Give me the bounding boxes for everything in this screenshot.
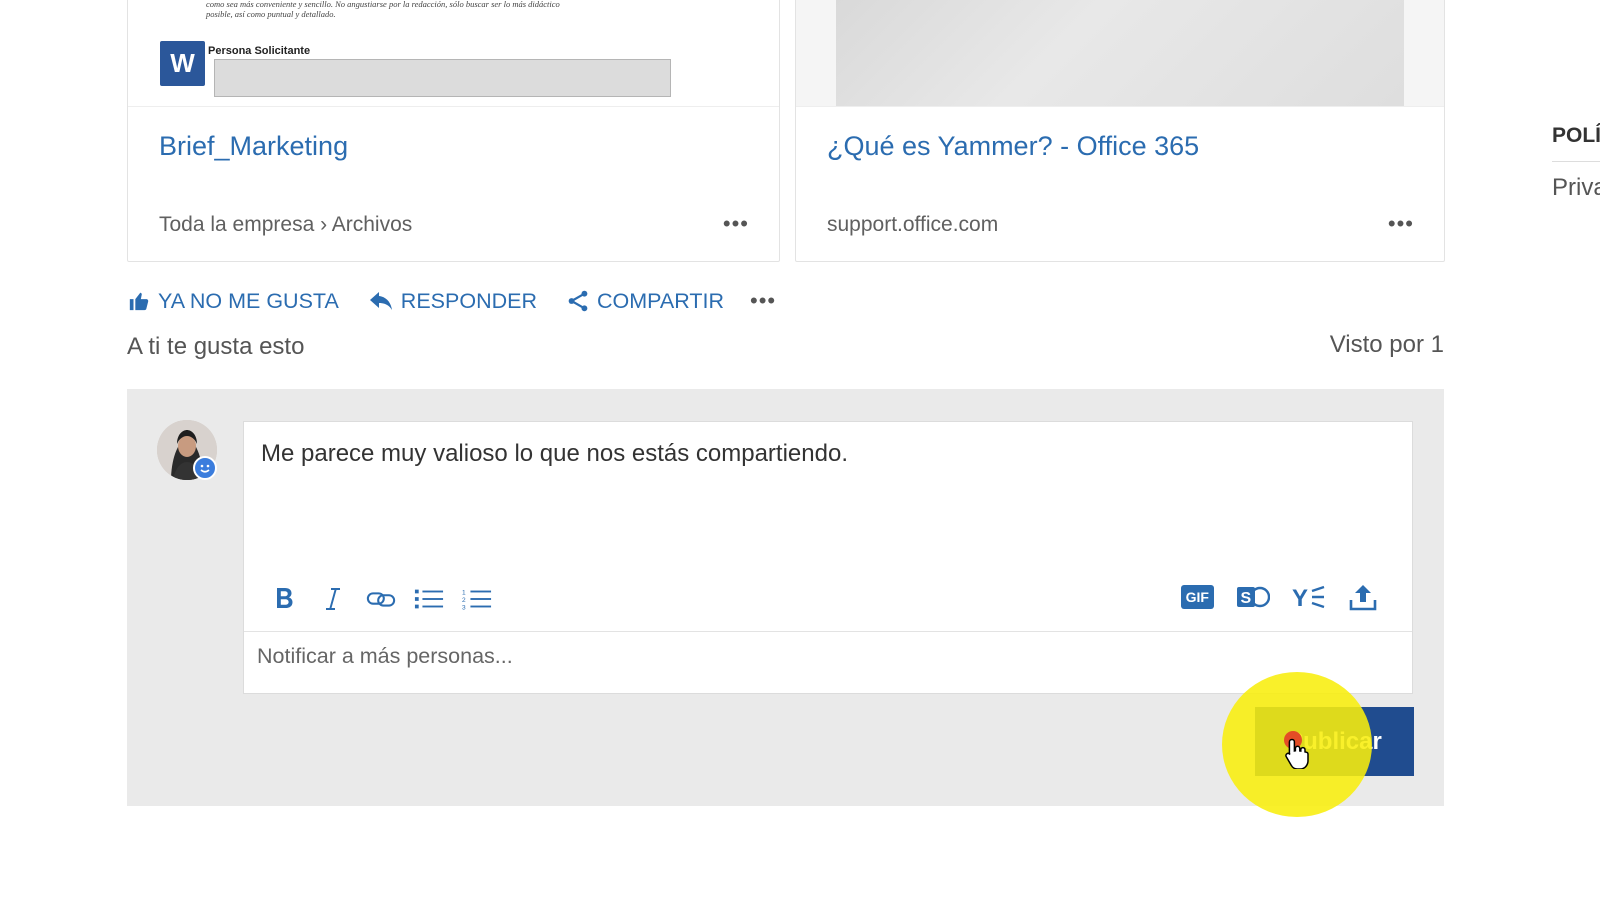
numbered-list-icon: 123	[462, 589, 492, 611]
reply-label: RESPONDER	[400, 288, 537, 313]
yammer-file-button[interactable]: Y	[1292, 582, 1326, 612]
card-title-link[interactable]: Brief_Marketing	[159, 131, 348, 162]
bold-icon	[277, 588, 293, 608]
thumbs-up-icon	[129, 292, 149, 311]
gif-button[interactable]: GIF	[1180, 585, 1214, 609]
post-more-options-icon[interactable]: •••	[750, 288, 776, 314]
sidebar-heading: POLÍ	[1552, 124, 1600, 147]
svg-text:Y: Y	[1292, 585, 1308, 612]
svg-text:2: 2	[462, 597, 466, 604]
card-more-options-icon[interactable]: •••	[723, 211, 749, 237]
sharepoint-button[interactable]: S	[1236, 582, 1270, 612]
document-preview[interactable]: como sea más conveniente y sencillo. No …	[128, 0, 779, 107]
snippet-line: como sea más conveniente y sencillo. No …	[206, 0, 560, 9]
unlike-label: YA NO ME GUSTA	[158, 288, 339, 313]
link-icon	[366, 592, 396, 607]
card-source-domain[interactable]: support.office.com	[827, 213, 998, 237]
bold-button[interactable]	[270, 584, 300, 614]
bulleted-list-icon	[414, 589, 444, 609]
attachment-card-link[interactable]: ¿Qué es Yammer? - Office 365 support.off…	[795, 0, 1445, 262]
editor-divider	[244, 631, 1412, 632]
card-source-breadcrumb[interactable]: Toda la empresa › Archivos	[159, 213, 412, 237]
sidebar-privacy-link[interactable]: Priva	[1552, 174, 1600, 202]
card-title-link[interactable]: ¿Qué es Yammer? - Office 365	[827, 131, 1199, 162]
unlike-button[interactable]: YA NO ME GUSTA	[128, 289, 339, 314]
yammer-icon: Y	[1292, 585, 1325, 612]
emoji-status-icon[interactable]	[193, 456, 217, 480]
upload-button[interactable]	[1348, 582, 1378, 612]
gif-icon: GIF	[1180, 585, 1214, 609]
attachment-toolbar: GIF S Y	[1159, 582, 1378, 612]
sidebar-divider	[1552, 161, 1600, 162]
numbered-list-button[interactable]: 123	[462, 584, 492, 614]
share-icon	[568, 290, 588, 312]
svg-text:1: 1	[462, 589, 466, 596]
notify-people-input[interactable]	[257, 644, 857, 669]
upload-icon	[1349, 585, 1377, 611]
notify-field-wrapper	[257, 644, 857, 669]
attachment-card-document[interactable]: como sea más conveniente y sencillo. No …	[127, 0, 780, 262]
link-button[interactable]	[366, 584, 396, 614]
word-icon: W	[160, 41, 205, 86]
reply-button[interactable]: RESPONDER	[369, 289, 537, 314]
seen-by-count[interactable]: Visto por 1	[1330, 331, 1444, 359]
snippet-line: posible, así como puntual y detallado.	[206, 9, 336, 19]
video-thumbnail[interactable]	[836, 0, 1404, 106]
video-preview[interactable]	[796, 0, 1444, 107]
formatting-toolbar: 123	[270, 584, 510, 614]
message-editor[interactable]: Me parece muy valioso lo que nos estás c…	[243, 421, 1413, 694]
share-button[interactable]: COMPARTIR	[567, 289, 724, 314]
sharepoint-icon: S	[1237, 586, 1270, 608]
like-status-text: A ti te gusta esto	[127, 333, 305, 360]
italic-icon	[326, 588, 340, 610]
document-field-label: Persona Solicitante	[208, 45, 311, 57]
publish-button[interactable]: Publicar	[1255, 707, 1414, 776]
message-text[interactable]: Me parece muy valioso lo que nos estás c…	[261, 440, 848, 468]
italic-button[interactable]	[318, 584, 348, 614]
card-more-options-icon[interactable]: •••	[1388, 211, 1414, 237]
document-snippet: como sea más conveniente y sencillo. No …	[206, 0, 726, 19]
post-actions-bar: YA NO ME GUSTA RESPONDER COMPARTIR •••	[128, 288, 776, 314]
document-field-box	[214, 59, 671, 97]
svg-text:3: 3	[462, 604, 466, 611]
share-label: COMPARTIR	[597, 288, 725, 313]
bulleted-list-button[interactable]	[414, 584, 444, 614]
reply-icon	[369, 292, 392, 310]
svg-text:S: S	[1241, 590, 1252, 607]
